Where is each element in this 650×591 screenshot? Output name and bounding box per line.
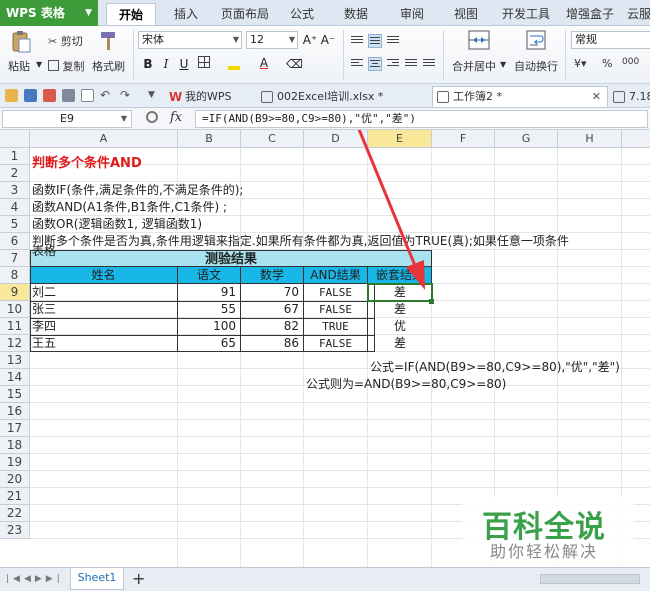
doc-tab-excel-training[interactable]: 002Excel培训.xlsx * [256,86,430,107]
watermark-subtitle: 助你轻松解决 [490,542,599,561]
border-icon[interactable] [196,56,212,72]
spreadsheet-icon [437,91,449,103]
currency-icon[interactable]: ¥▾ [574,57,587,70]
tab-view[interactable]: 视图 [446,3,486,25]
name-box-value: E9 [60,112,74,125]
merge-center-button[interactable]: 合并居中 [452,58,496,74]
copy-button[interactable]: 复制 [48,58,85,74]
font-size-select[interactable]: 12 ▼ [246,31,298,49]
doc-tab-label: 7.18 [629,90,650,103]
print-icon[interactable] [62,89,75,102]
close-icon[interactable]: ✕ [592,87,601,107]
formula-bar: E9 ▼ fx =IF(AND(B9>=80,C9>=80),"优","差") [0,108,650,130]
add-sheet-button[interactable]: + [132,568,145,590]
italic-button[interactable]: I [158,56,174,72]
fill-color-icon[interactable] [226,56,242,72]
ribbon-separator [565,30,566,80]
doc-tab-label: 我的WPS [185,90,232,103]
tab-enhance-box[interactable]: 增强盒子 [562,3,618,25]
wrap-text-icon[interactable] [526,30,546,50]
redo-icon[interactable]: ↷ [120,89,133,102]
font-name-value: 宋体 [142,33,164,46]
sheet-tab-sheet1[interactable]: Sheet1 [70,568,124,590]
percent-button[interactable]: % [602,57,612,70]
cut-label: 剪切 [60,35,83,48]
tab-insert[interactable]: 插入 [164,3,208,25]
number-format-select[interactable]: 常规 [571,31,650,49]
align-bottom-icon[interactable] [386,34,400,48]
align-top-icon[interactable] [350,34,364,48]
shrink-font-button[interactable]: A⁻ [320,32,336,48]
paste-button[interactable]: 粘贴 [8,58,30,74]
chevron-down-icon: ▼ [288,35,295,44]
doc-tab-my-wps[interactable]: W 我的WPS [164,86,256,107]
doc-tab-label: 002Excel培训.xlsx * [277,90,384,103]
customize-toolbar-icon[interactable]: ▼ [148,89,161,102]
ribbon-separator [343,30,344,80]
grow-font-button[interactable]: A⁺ [302,32,318,48]
doc-tab-718[interactable]: 7.18 [608,86,650,107]
clear-format-icon[interactable]: ⌫ [286,56,303,72]
quick-access-bar: ↶ ↷ ▼ W 我的WPS 002Excel培训.xlsx * 工作簿2 * ✕ 7… [0,84,650,108]
chevron-down-icon[interactable]: ▼ [500,60,506,69]
chevron-down-icon: ▼ [120,114,127,123]
tab-cloud[interactable]: 云服 [624,3,650,25]
horizontal-scrollbar[interactable] [540,574,640,584]
watermark: 百科全说 助你轻松解决 [462,496,634,568]
distributed-icon[interactable] [422,57,436,71]
doc-tab-workbook2[interactable]: 工作簿2 * ✕ [432,86,608,107]
menu-bar: WPS 表格 ▼ 开始 插入 页面布局 公式 数据 审阅 视图 开发工具 增强盒子… [0,0,650,26]
spreadsheet-icon [261,91,273,103]
paste-dropdown-icon[interactable]: ▼ [36,60,42,69]
export-pdf-icon[interactable] [43,89,56,102]
tab-data[interactable]: 数据 [336,3,376,25]
number-format-value: 常规 [575,33,597,46]
ribbon-separator [443,30,444,80]
thousands-button[interactable]: 000 [622,57,639,67]
fx-button[interactable]: fx [170,110,182,125]
wps-icon: W [169,90,183,104]
copy-icon [48,60,59,71]
spreadsheet-icon [613,91,625,103]
bold-button[interactable]: B [140,56,156,72]
tab-developer[interactable]: 开发工具 [498,3,554,25]
ribbon-home: 粘贴 ▼ ✂ 剪切 复制 格式刷 宋体 ▼ 12 ▼ A⁺ A⁻ B I U A ⌫… [0,26,650,84]
ribbon-separator [133,30,134,80]
open-folder-icon[interactable] [5,89,18,102]
tab-page-layout[interactable]: 页面布局 [214,3,276,25]
sheet-tab-bar: |◀◀▶▶| Sheet1 + [0,567,650,591]
tab-formula[interactable]: 公式 [282,3,322,25]
font-name-select[interactable]: 宋体 ▼ [138,31,242,49]
tab-review[interactable]: 审阅 [392,3,432,25]
copy-label: 复制 [62,60,85,73]
chevron-down-icon: ▼ [232,35,239,44]
undo-icon[interactable]: ↶ [100,89,113,102]
wps-logo-text: WPS 表格 [6,6,65,20]
formula-input[interactable]: =IF(AND(B9>=80,C9>=80),"优","差") [195,110,648,128]
doc-tab-label: 工作簿2 * [453,90,502,103]
paste-icon[interactable] [10,30,32,54]
format-painter-button[interactable]: 格式刷 [92,58,125,74]
cut-button[interactable]: ✂ 剪切 [48,33,83,49]
align-middle-icon[interactable] [368,34,382,48]
align-left-icon[interactable] [350,57,364,71]
save-icon[interactable] [24,89,37,102]
format-painter-icon[interactable] [99,30,117,52]
wrap-text-button[interactable]: 自动换行 [514,58,558,74]
tab-home[interactable]: 开始 [106,3,156,25]
merge-center-icon[interactable] [468,30,490,50]
chevron-down-icon: ▼ [85,8,92,18]
sheet-nav-arrows-icon[interactable]: |◀◀▶▶| [6,568,64,590]
wps-app-menu[interactable]: WPS 表格 ▼ [0,0,98,26]
name-box[interactable]: E9 ▼ [2,110,132,128]
justify-icon[interactable] [404,57,418,71]
align-right-icon[interactable] [386,57,400,71]
underline-button[interactable]: U [176,56,192,72]
scissors-icon: ✂ [48,35,58,48]
align-center-icon[interactable] [368,57,382,71]
font-color-icon[interactable]: A [256,55,272,71]
font-size-value: 12 [250,33,264,46]
print-preview-icon[interactable] [81,89,94,102]
search-icon[interactable] [146,111,158,123]
